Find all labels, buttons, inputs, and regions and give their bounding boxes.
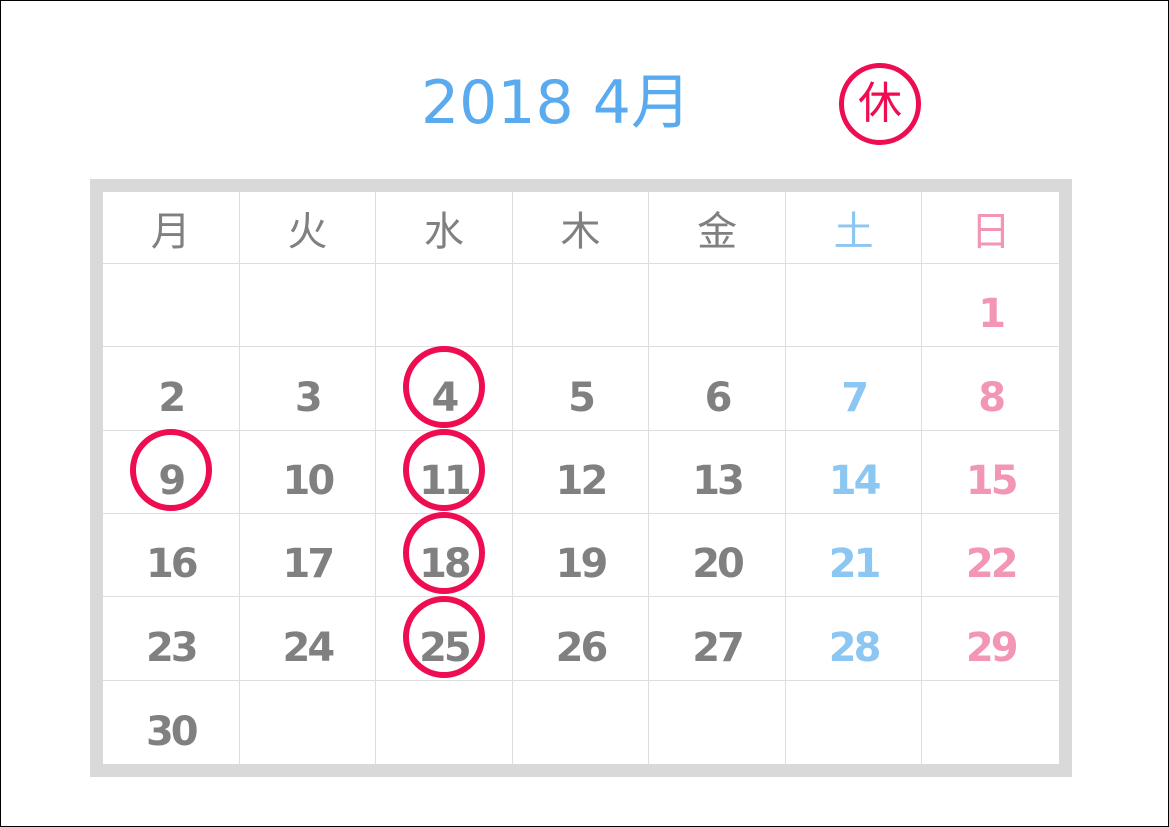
weekday-header: 土 (785, 192, 923, 264)
day-cell (649, 680, 786, 764)
day-cell: 23 (103, 597, 240, 681)
day-number: 19 (555, 541, 609, 588)
day-cell (786, 680, 923, 764)
day-cell (922, 681, 1059, 764)
day-number: 27 (692, 624, 745, 671)
day-number: 5 (568, 374, 596, 421)
weekday-header: 火 (239, 192, 377, 264)
month-title: 2018 4月 (421, 68, 691, 138)
day-cell (376, 680, 513, 764)
day-number: 29 (965, 624, 1019, 671)
day-cell: 11 (376, 429, 513, 514)
day-cell: 21 (785, 514, 923, 598)
day-number: 24 (282, 624, 336, 671)
day-cell: 25 (376, 595, 513, 681)
day-cell (649, 264, 786, 348)
day-cell: 12 (512, 430, 650, 514)
day-number: 14 (828, 458, 882, 504)
day-number: 6 (704, 374, 733, 421)
day-cell: 9 (103, 429, 240, 514)
day-cell: 8 (922, 347, 1059, 431)
day-cell: 29 (922, 597, 1059, 681)
day-number: 13 (692, 458, 745, 504)
day-number: 21 (828, 541, 882, 588)
weekday-header: 月 (103, 192, 240, 264)
closed-day-circle (129, 429, 212, 511)
day-cell: 30 (103, 680, 240, 764)
calendar-frame: 月火水木金土日 1 2 3 4 5 6 7 8 9 10 11 12 13 14 15 16 17 18 19 20 21… (90, 179, 1072, 777)
day-number: 23 (145, 624, 199, 671)
weekday-header: 水 (376, 192, 513, 264)
closed-day-circle (402, 595, 485, 678)
day-cell (239, 264, 377, 348)
day-number: 1 (978, 291, 1006, 338)
calendar-page: 2018 4月 休 月火水木金土日 1 2 3 4 5 6 7 8 9 10 11 12 13 14 15 16… (0, 0, 1169, 827)
day-cell: 7 (785, 347, 923, 431)
day-cell (103, 264, 240, 348)
day-cell: 19 (512, 514, 650, 598)
day-cell: 10 (239, 430, 377, 514)
day-number: 8 (978, 374, 1006, 421)
day-cell: 22 (922, 514, 1059, 598)
day-cell: 15 (922, 431, 1059, 514)
day-cell (240, 680, 377, 764)
day-number: 2 (158, 374, 186, 421)
closed-day-legend-mark: 休 (839, 63, 921, 145)
day-cell: 27 (649, 597, 786, 681)
day-cell (785, 264, 923, 348)
day-number: 22 (965, 541, 1019, 588)
day-cell: 13 (649, 430, 786, 514)
day-number: 12 (555, 458, 609, 504)
weekday-header: 木 (512, 192, 650, 264)
day-cell: 2 (103, 347, 240, 431)
day-cell: 14 (785, 430, 923, 514)
closed-day-circle (402, 345, 485, 428)
day-number: 7 (841, 374, 869, 421)
day-number: 17 (282, 541, 336, 588)
day-cell: 3 (239, 347, 377, 431)
day-cell: 24 (239, 597, 377, 681)
day-number: 3 (294, 374, 323, 421)
calendar-grid: 月火水木金土日 1 2 3 4 5 6 7 8 9 10 11 12 13 14 15 16 17 18 19 20 21… (103, 192, 1059, 764)
day-cell: 6 (649, 347, 786, 431)
day-cell: 4 (376, 345, 513, 431)
day-cell: 17 (239, 514, 377, 598)
day-cell: 18 (376, 512, 513, 598)
day-cell: 5 (512, 347, 650, 431)
day-number: 10 (282, 458, 336, 504)
weekday-header: 日 (922, 192, 1059, 264)
day-cell (376, 264, 513, 348)
day-cell (512, 264, 650, 348)
weekday-header: 金 (649, 192, 786, 264)
day-number: 30 (145, 709, 199, 755)
day-cell (513, 680, 650, 764)
day-number: 26 (555, 624, 609, 671)
day-number: 16 (145, 541, 199, 588)
day-number: 20 (692, 541, 745, 588)
closed-day-circle (402, 429, 485, 511)
closed-day-circle (402, 512, 485, 595)
day-number: 15 (965, 458, 1019, 504)
day-cell: 28 (785, 597, 923, 681)
day-number: 28 (828, 624, 882, 671)
day-cell: 20 (649, 514, 786, 598)
day-cell: 26 (512, 597, 650, 681)
day-cell: 1 (922, 264, 1059, 348)
day-cell: 16 (103, 514, 240, 598)
